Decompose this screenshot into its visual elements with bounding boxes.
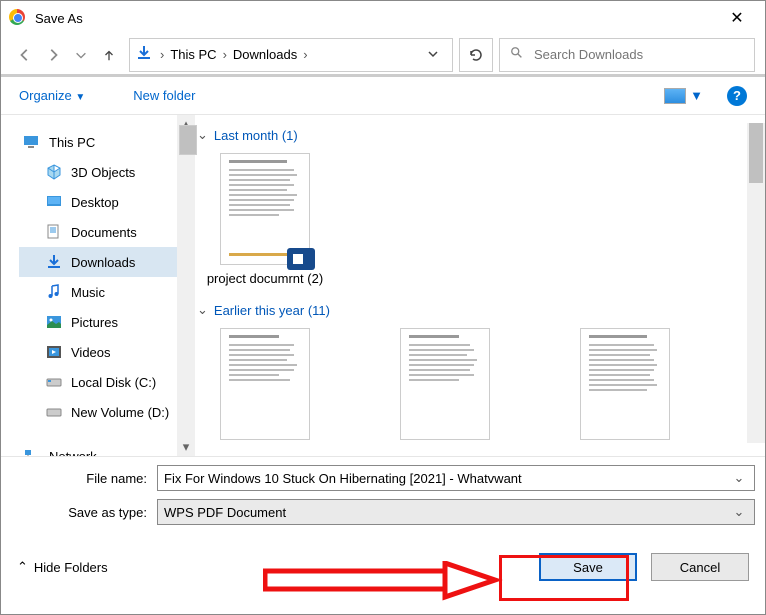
chevron-up-icon: ⌃ — [17, 559, 28, 575]
footer: ⌃Hide Folders Save Cancel — [1, 533, 765, 591]
documents-icon — [45, 224, 63, 240]
file-name-label: File name: — [11, 471, 157, 486]
title-bar: Save As ✕ — [1, 1, 765, 35]
chevron-down-icon: ⌄ — [197, 127, 208, 143]
help-button[interactable]: ? — [727, 86, 747, 106]
pc-icon — [23, 134, 41, 150]
filename-dropdown[interactable]: ⌄ — [730, 470, 748, 486]
save-type-value: WPS PDF Document — [164, 505, 730, 520]
tree-network[interactable]: Network — [19, 441, 177, 456]
bottom-panel: File name: ⌄ Save as type: WPS PDF Docum… — [1, 456, 765, 525]
tree-music[interactable]: Music — [19, 277, 177, 307]
window-title: Save As — [35, 11, 83, 26]
view-mode-dropdown[interactable]: ▼ — [690, 88, 703, 103]
back-button[interactable] — [11, 41, 39, 69]
tree-3d-objects[interactable]: 3D Objects — [19, 157, 177, 187]
breadcrumb-this-pc[interactable]: This PC — [166, 45, 220, 64]
file-item[interactable] — [205, 328, 325, 446]
music-icon — [45, 284, 63, 300]
chevron-right-icon[interactable]: › — [301, 47, 309, 62]
save-type-row: Save as type: WPS PDF Document⌄ — [11, 499, 755, 525]
pdf-badge-icon — [287, 248, 315, 270]
download-folder-icon — [136, 45, 152, 64]
file-thumbnail — [220, 153, 310, 265]
chrome-icon — [9, 9, 27, 27]
tree-downloads[interactable]: Downloads — [19, 247, 177, 277]
search-icon — [510, 46, 524, 63]
search-input[interactable] — [534, 47, 744, 62]
body-area: This PC 3D Objects Desktop Documents Dow… — [1, 115, 765, 456]
save-button[interactable]: Save — [539, 553, 637, 581]
pictures-icon — [45, 314, 63, 330]
desktop-icon — [45, 194, 63, 210]
chevron-right-icon[interactable]: › — [221, 47, 229, 62]
videos-icon — [45, 344, 63, 360]
file-list: ⌄Last month (1) project documrnt (2) ⌄Ea… — [177, 115, 765, 456]
organize-menu[interactable]: Organize ▼ — [19, 88, 85, 103]
savetype-dropdown[interactable]: ⌄ — [730, 504, 748, 520]
save-type-field[interactable]: WPS PDF Document⌄ — [157, 499, 755, 525]
file-name-row: File name: ⌄ — [11, 465, 755, 491]
group-last-month[interactable]: ⌄Last month (1) — [197, 127, 753, 143]
downloads-icon — [45, 254, 63, 270]
cube-icon — [45, 164, 63, 180]
tree-desktop[interactable]: Desktop — [19, 187, 177, 217]
file-thumbnail — [400, 328, 490, 440]
file-name-input[interactable] — [164, 471, 730, 486]
breadcrumb-downloads[interactable]: Downloads — [229, 45, 301, 64]
chevron-right-icon[interactable]: › — [158, 47, 166, 62]
refresh-button[interactable] — [459, 38, 493, 72]
file-thumbnail — [220, 328, 310, 440]
address-bar[interactable]: › This PC › Downloads › — [129, 38, 453, 72]
forward-button[interactable] — [39, 41, 67, 69]
address-dropdown[interactable] — [420, 47, 446, 62]
tree-local-c[interactable]: Local Disk (C:) — [19, 367, 177, 397]
disk-icon — [45, 404, 63, 420]
scroll-thumb[interactable] — [749, 123, 763, 183]
tree-videos[interactable]: Videos — [19, 337, 177, 367]
new-folder-button[interactable]: New folder — [133, 88, 195, 103]
file-name-field[interactable]: ⌄ — [157, 465, 755, 491]
view-mode-icon[interactable] — [664, 88, 686, 104]
file-label: project documrnt (2) — [205, 271, 325, 286]
file-item[interactable] — [385, 328, 505, 446]
file-item[interactable] — [565, 328, 685, 446]
tree-new-volume[interactable]: New Volume (D:) — [19, 397, 177, 427]
close-button[interactable]: ✕ — [717, 8, 757, 28]
disk-icon — [45, 374, 63, 390]
toolbar: Organize ▼ New folder ▼ ? — [1, 77, 765, 115]
hide-folders-button[interactable]: ⌃Hide Folders — [17, 559, 108, 575]
network-icon — [23, 448, 41, 456]
search-box[interactable] — [499, 38, 755, 72]
up-button[interactable] — [95, 41, 123, 69]
tree-this-pc[interactable]: This PC — [19, 127, 177, 157]
recent-dropdown[interactable] — [67, 41, 95, 69]
cancel-button[interactable]: Cancel — [651, 553, 749, 581]
file-project-document[interactable]: project documrnt (2) — [205, 153, 325, 286]
nav-tree: This PC 3D Objects Desktop Documents Dow… — [1, 115, 177, 456]
nav-bar: › This PC › Downloads › — [1, 35, 765, 77]
save-type-label: Save as type: — [11, 505, 157, 520]
chevron-down-icon: ⌄ — [197, 302, 208, 318]
tree-pictures[interactable]: Pictures — [19, 307, 177, 337]
group-earlier-year[interactable]: ⌄Earlier this year (11) — [197, 302, 753, 318]
content-scrollbar[interactable] — [747, 123, 765, 443]
file-thumbnail — [580, 328, 670, 440]
tree-documents[interactable]: Documents — [19, 217, 177, 247]
